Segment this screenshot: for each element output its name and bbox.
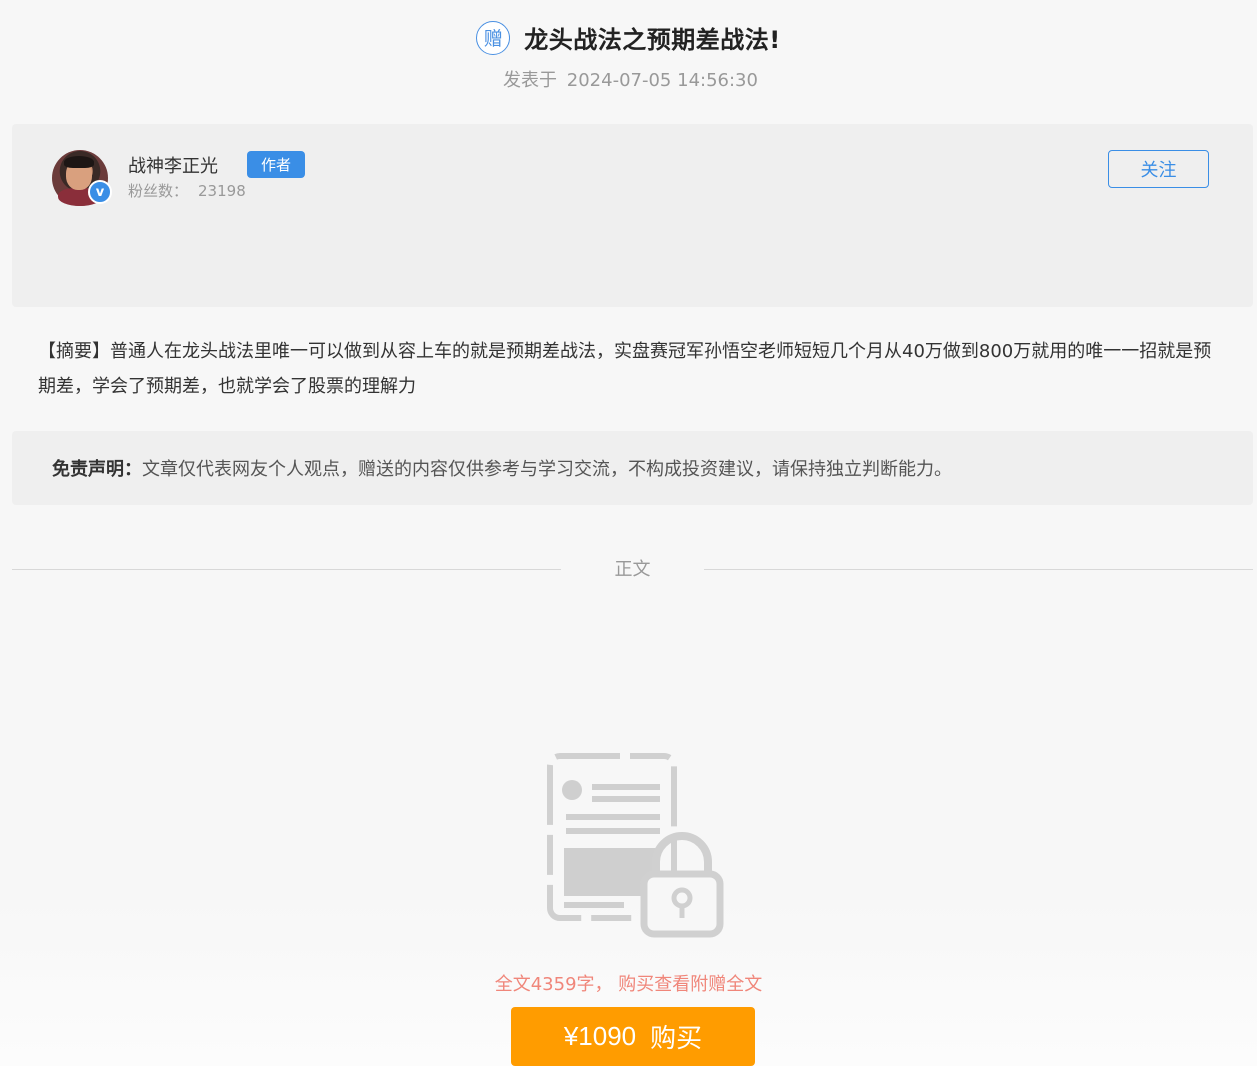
fans-number: 23198: [198, 182, 246, 200]
fans-label: 粉丝数：: [128, 182, 189, 200]
author-card: v 战神李正光 作者 粉丝数： 23198 关注: [12, 124, 1253, 307]
follow-button[interactable]: 关注: [1108, 150, 1209, 188]
avatar-hair: [64, 156, 94, 168]
verified-icon: v: [88, 180, 112, 204]
article-header: 赠 龙头战法之预期差战法! 发表于 2024-07-05 14:56:30: [0, 0, 1257, 112]
locked-document-icon: [547, 753, 724, 938]
locked-content-notice: 全文4359字， 购买查看附赠全文: [494, 974, 763, 995]
buy-button[interactable]: ¥1090 购买: [511, 1007, 755, 1066]
disclaimer-text: 文章仅代表网友个人观点，赠送的内容仅供参考与学习交流，不构成投资建议，请保持独立…: [142, 459, 952, 480]
title-row: 赠 龙头战法之预期差战法!: [0, 20, 1257, 55]
buy-label: 购买: [650, 1023, 703, 1053]
publish-date: 发表于 2024-07-05 14:56:30: [0, 66, 1257, 92]
author-badge: 作者: [247, 151, 305, 178]
divider-left: [12, 569, 561, 570]
disclaimer-label: 免责声明：: [52, 459, 142, 480]
gift-icon: 赠: [476, 20, 511, 55]
article-summary: 【摘要】普通人在龙头战法里唯一可以做到从容上车的就是预期差战法，实盘赛冠军孙悟空…: [38, 341, 1212, 397]
publish-date-prefix: 发表于: [503, 70, 558, 91]
content-divider-label: 正文: [614, 559, 651, 580]
article-title: 龙头战法之预期差战法!: [524, 26, 781, 54]
author-name[interactable]: 战神李正光: [128, 152, 218, 178]
divider-right: [704, 569, 1253, 570]
buy-price: ¥1090: [563, 1021, 637, 1051]
disclaimer-box: 免责声明： 文章仅代表网友个人观点，赠送的内容仅供参考与学习交流，不构成投资建议…: [12, 431, 1253, 505]
fans-count: 粉丝数： 23198: [128, 180, 246, 201]
publish-date-value: 2024-07-05 14:56:30: [566, 70, 758, 91]
